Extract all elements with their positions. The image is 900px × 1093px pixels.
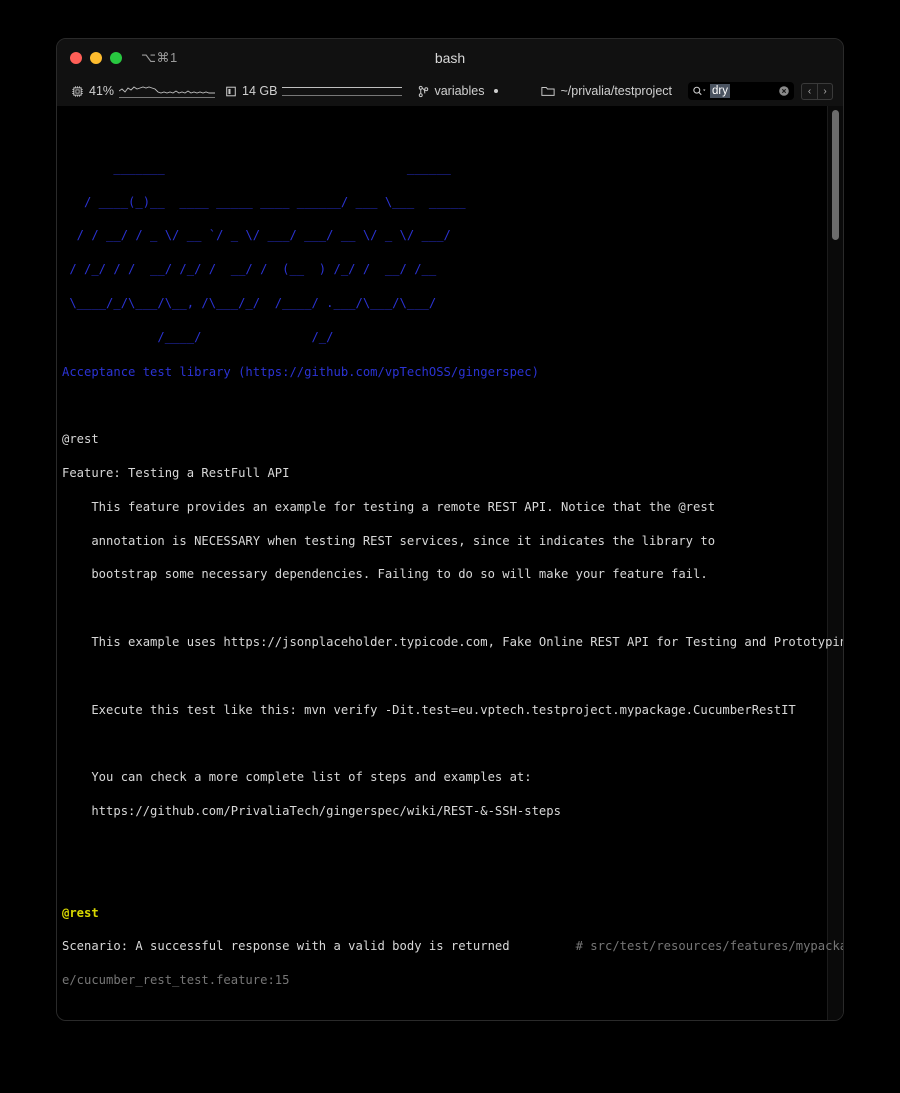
folder-icon [541, 85, 556, 97]
cpu-chip-icon [71, 85, 84, 98]
screenshot-root: ⌥⌘1 bash 41% 14 GB variables ~/privalia/… [0, 0, 900, 1093]
search-input[interactable]: dry [710, 84, 730, 98]
banner-subtitle: Acceptance test library (https://github.… [62, 364, 539, 379]
ascii-banner-line: /____/ /_/ [62, 329, 334, 344]
cpu-value: 41% [89, 84, 115, 98]
feature-description-line: Execute this test like this: mvn verify … [62, 702, 796, 717]
scenario-tag: @rest [62, 905, 99, 920]
feature-description-line [62, 735, 843, 752]
feature-description-line: annotation is NECESSARY when testing RES… [62, 533, 716, 548]
zoom-button[interactable] [110, 51, 122, 64]
terminal-viewport[interactable]: _______ ______ / ____(_)__ ____ _____ __… [57, 106, 843, 1020]
git-branch-status[interactable]: variables [418, 84, 498, 98]
search-prev-button[interactable]: ‹ [801, 82, 817, 100]
search-next-button[interactable]: › [817, 82, 833, 100]
ascii-banner-line: / /_/ / / __/ /_/ / __/ / (__ ) /_/ / __… [62, 262, 437, 277]
memory-graph [282, 84, 403, 98]
feature-description-line: bootstrap some necessary dependencies. F… [62, 567, 708, 582]
git-dirty-indicator [493, 89, 498, 93]
cpu-status[interactable]: 41% [71, 83, 216, 99]
cpu-sparkline [119, 83, 216, 99]
clear-circle-icon[interactable] [778, 85, 790, 97]
traffic-lights [70, 51, 122, 64]
close-button[interactable] [70, 51, 82, 64]
scenario-location-comment-wrap: e/cucumber_rest_test.feature:15 [62, 973, 290, 988]
window-shortcut-label: ⌥⌘1 [141, 49, 178, 65]
memory-value: 14 GB [242, 84, 278, 98]
feature-description-line: You can check a more complete list of st… [62, 770, 532, 785]
scenario-location-comment: # src/test/resources/features/mypackag [509, 939, 843, 954]
window-titlebar: ⌥⌘1 bash [57, 39, 843, 76]
git-branch-icon [418, 85, 429, 98]
memory-status[interactable]: 14 GB [225, 84, 403, 98]
minimize-button[interactable] [90, 51, 102, 64]
feature-description-line: This feature provides an example for tes… [62, 499, 716, 514]
ascii-banner-line: / / __/ / _ \/ __ `/ _ \/ ___/ ___/ __ \… [62, 228, 451, 243]
memory-icon [225, 85, 237, 98]
feature-description-line [62, 668, 843, 685]
feature-description-line: This example uses https://jsonplaceholde… [62, 635, 843, 649]
working-directory-path: ~/privalia/testproject [560, 84, 672, 98]
feature-description-line: https://github.com/PrivaliaTech/gingersp… [62, 804, 561, 819]
scenario-title-row: Scenario: A successful response with a v… [62, 938, 843, 955]
ascii-banner-line: / ____(_)__ ____ _____ ____ ______/ ___ … [62, 194, 466, 209]
status-toolbar: 41% 14 GB variables ~/privalia/testproje… [57, 76, 843, 106]
feature-tag: @rest [62, 432, 99, 447]
feature-title: Feature: Testing a RestFull API [62, 465, 290, 480]
terminal-output: _______ ______ / ____(_)__ ____ _____ __… [57, 106, 843, 1020]
git-branch-label: variables [434, 84, 485, 98]
working-directory[interactable]: ~/privalia/testproject [541, 84, 672, 98]
scenario-title: Scenario: A successful response with a v… [62, 939, 510, 954]
ascii-banner-line: \____/_/\___/\__, /\___/_/ /____/ .___/\… [62, 295, 437, 310]
search-icon[interactable] [692, 85, 708, 97]
feature-description-line [62, 600, 843, 617]
search-nav-buttons: ‹ › [801, 82, 833, 100]
terminal-window: ⌥⌘1 bash 41% 14 GB variables ~/privalia/… [56, 38, 844, 1021]
search-field[interactable]: dry [688, 82, 794, 100]
ascii-banner-line: _______ ______ [62, 160, 451, 175]
